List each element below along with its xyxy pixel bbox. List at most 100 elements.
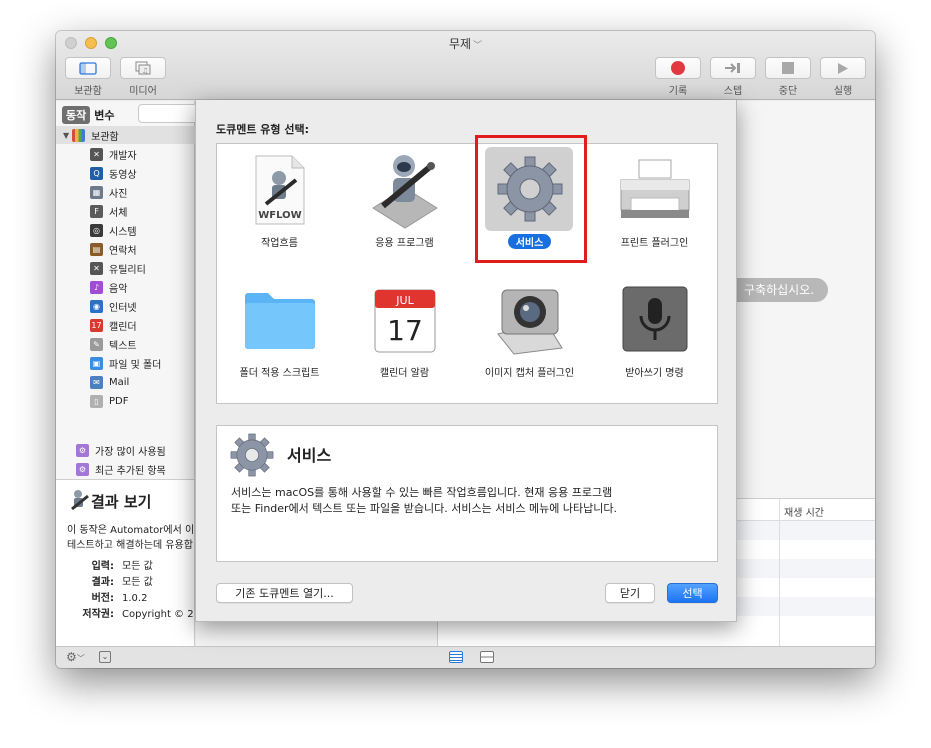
media-button[interactable]: ♫ bbox=[120, 57, 166, 79]
sidebar-item[interactable]: ✕ 개발자 bbox=[90, 145, 161, 164]
disclosure-triangle-icon[interactable]: ▼ bbox=[63, 131, 69, 140]
library-panel: 동작 변수 ▼ 보관함 ✕ 개발자 Q 동영상 ▦ 사진 F 서체 ◎ 시스템 ▤ 연락처 ✕ 유틸리티 ♪… bbox=[56, 101, 208, 479]
sidebar-item[interactable]: ▣ 파일 및 폴더 bbox=[90, 354, 161, 373]
application-robot-icon bbox=[371, 155, 438, 229]
category-icon: 17 bbox=[90, 319, 103, 332]
sidebar-item-label: 서체 bbox=[109, 208, 128, 219]
record-button[interactable] bbox=[655, 57, 701, 79]
sidebar-item[interactable]: ◉ 인터넷 bbox=[90, 297, 161, 316]
tab-actions[interactable]: 동작 bbox=[62, 106, 91, 124]
stop-icon bbox=[782, 62, 794, 74]
category-icon: ▦ bbox=[90, 186, 103, 199]
action-title: 결과 보기 bbox=[91, 493, 152, 511]
meta-key-copyright: 저작권: bbox=[82, 609, 114, 620]
sidebar-item-label: 캘린더 bbox=[109, 322, 137, 333]
action-meta-values: 모든 값 모든 값 1.0.2 Copyright © 2 bbox=[122, 559, 194, 623]
sidebar-item[interactable]: ▯ PDF bbox=[90, 392, 161, 411]
action-description: 이 동작은 Automator에서 이 테스트하고 해결하는데 유용합 bbox=[67, 523, 194, 553]
step-button[interactable] bbox=[710, 57, 756, 79]
stop-button[interactable] bbox=[765, 57, 811, 79]
library-root-item[interactable]: ▼ 보관함 bbox=[56, 126, 195, 144]
type-calendar-alarm[interactable]: JUL 17 캘린더 알람 bbox=[342, 274, 467, 394]
library-tabs: 동작 변수 bbox=[62, 106, 119, 124]
type-label: 캘린더 알람 bbox=[379, 368, 430, 379]
sidebar-item[interactable]: 17 캘린더 bbox=[90, 316, 161, 335]
category-icon: ✉ bbox=[90, 376, 103, 389]
sidebar-item[interactable]: ✉ Mail bbox=[90, 373, 161, 392]
list-view-icon[interactable] bbox=[449, 651, 463, 663]
type-label: 작업흐름 bbox=[261, 238, 298, 249]
sidebar-item[interactable]: ♪ 음악 bbox=[90, 278, 161, 297]
bottom-status-bar: ⚙︎﹀ ⌄ bbox=[56, 646, 875, 668]
smart-group-label: 최근 추가된 항목 bbox=[95, 466, 166, 477]
record-icon bbox=[671, 61, 685, 75]
category-icon: ▤ bbox=[90, 243, 103, 256]
type-dictation-command[interactable]: 받아쓰기 명령 bbox=[592, 274, 717, 394]
type-folder-action[interactable]: 폴더 적용 스크립트 bbox=[217, 274, 342, 394]
choose-button[interactable]: 선택 bbox=[667, 583, 718, 603]
meta-key-version: 버전: bbox=[91, 593, 114, 604]
sidebar-item[interactable]: F 서체 bbox=[90, 202, 161, 221]
library-toggle-button[interactable] bbox=[65, 57, 111, 79]
sidebar-item[interactable]: Q 동영상 bbox=[90, 164, 161, 183]
chevron-down-icon: ﹀ bbox=[473, 41, 483, 51]
calendar-day: 17 bbox=[387, 314, 423, 347]
tab-variables[interactable]: 변수 bbox=[90, 106, 118, 124]
sidebar-item[interactable]: ✕ 유틸리티 bbox=[90, 259, 161, 278]
microphone-icon bbox=[622, 286, 687, 352]
smart-group-label: 가장 많이 사용됨 bbox=[95, 447, 166, 458]
printer-icon bbox=[620, 159, 689, 218]
smart-group-recently-added[interactable]: ⚙ 최근 추가된 항목 bbox=[76, 460, 166, 479]
open-existing-document-button[interactable]: 기존 도큐멘트 열기... bbox=[216, 583, 353, 603]
sidebar-item[interactable]: ▦ 사진 bbox=[90, 183, 161, 202]
run-label: 실행 bbox=[833, 86, 853, 97]
window-title[interactable]: 무제 ﹀ bbox=[56, 35, 875, 52]
log-view-icon[interactable] bbox=[480, 651, 494, 663]
camera-icon bbox=[496, 289, 563, 355]
description-line: 또는 Finder에서 텍스트 또는 파일을 받습니다. 서비스는 서비스 메뉴… bbox=[231, 502, 618, 515]
meta-key-result: 결과: bbox=[91, 577, 114, 588]
smart-group-most-used[interactable]: ⚙ 가장 많이 사용됨 bbox=[76, 441, 166, 460]
category-icon: ✕ bbox=[90, 262, 103, 275]
toggle-info-panel-icon[interactable]: ⌄ bbox=[99, 651, 111, 663]
smart-folder-icon: ⚙ bbox=[76, 444, 89, 457]
log-column-duration[interactable]: 재생 시간 bbox=[784, 504, 824, 519]
toolbar: 무제 ﹀ 보관함 ♫ 미디어 기록 스텝 중단 실행 bbox=[56, 31, 875, 100]
type-label: 응용 프로그램 bbox=[375, 238, 434, 249]
workflow-file-icon: WFLOW bbox=[255, 155, 304, 225]
category-icon: Q bbox=[90, 167, 103, 180]
type-label: 폴더 적용 스크립트 bbox=[239, 368, 320, 379]
sidebar-item[interactable]: ✎ 텍스트 bbox=[90, 335, 161, 354]
library-category-list: ✕ 개발자 Q 동영상 ▦ 사진 F 서체 ◎ 시스템 ▤ 연락처 ✕ 유틸리티 ♪ 음악 ◉ 인터넷 17 캘린더 ✎… bbox=[90, 145, 161, 411]
action-description-line: 이 동작은 Automator에서 이 bbox=[67, 525, 195, 536]
category-icon: ▣ bbox=[90, 357, 103, 370]
library-toggle-label: 보관함 bbox=[74, 86, 102, 97]
sidebar-item[interactable]: ◎ 시스템 bbox=[90, 221, 161, 240]
step-icon bbox=[725, 63, 740, 73]
dialog-title: 도큐멘트 유형 선택: bbox=[216, 123, 310, 136]
sidebar-item[interactable]: ▤ 연락처 bbox=[90, 240, 161, 259]
type-application[interactable]: 응용 프로그램 bbox=[342, 144, 467, 264]
category-icon: ◉ bbox=[90, 300, 103, 313]
type-print-plugin[interactable]: 프린트 플러그인 bbox=[592, 144, 717, 264]
close-button[interactable]: 닫기 bbox=[605, 583, 655, 603]
description-text: 서비스는 macOS를 통해 사용할 수 있는 빠른 작업흐름입니다. 현재 응… bbox=[231, 485, 617, 517]
run-icon bbox=[838, 62, 848, 74]
chevron-down-icon: ﹀ bbox=[76, 654, 85, 663]
gear-icon[interactable]: ⚙︎﹀ bbox=[66, 650, 85, 664]
category-icon: F bbox=[90, 205, 103, 218]
category-icon: ♪ bbox=[90, 281, 103, 294]
run-button[interactable] bbox=[820, 57, 866, 79]
document-type-dialog: 도큐멘트 유형 선택: WFLOW 작업흐름 응용 프로그램 서비스 프린트 플… bbox=[195, 100, 737, 622]
type-label: 프린트 플러그인 bbox=[620, 238, 689, 249]
type-label: 이미지 캡처 플러그인 bbox=[484, 368, 575, 379]
sidebar-item-label: 개발자 bbox=[109, 151, 137, 162]
description-line: 서비스는 macOS를 통해 사용할 수 있는 빠른 작업흐름입니다. 현재 응… bbox=[231, 486, 613, 499]
selection-highlight-box bbox=[475, 135, 587, 263]
type-image-capture-plugin[interactable]: 이미지 캡처 플러그인 bbox=[467, 274, 592, 394]
smart-folder-icon: ⚙ bbox=[76, 463, 89, 476]
meta-value-version: 1.0.2 bbox=[122, 593, 148, 604]
sidebar-item-label: 인터넷 bbox=[109, 303, 137, 314]
type-workflow[interactable]: WFLOW 작업흐름 bbox=[217, 144, 342, 264]
sidebar-item-label: 유틸리티 bbox=[109, 265, 146, 276]
